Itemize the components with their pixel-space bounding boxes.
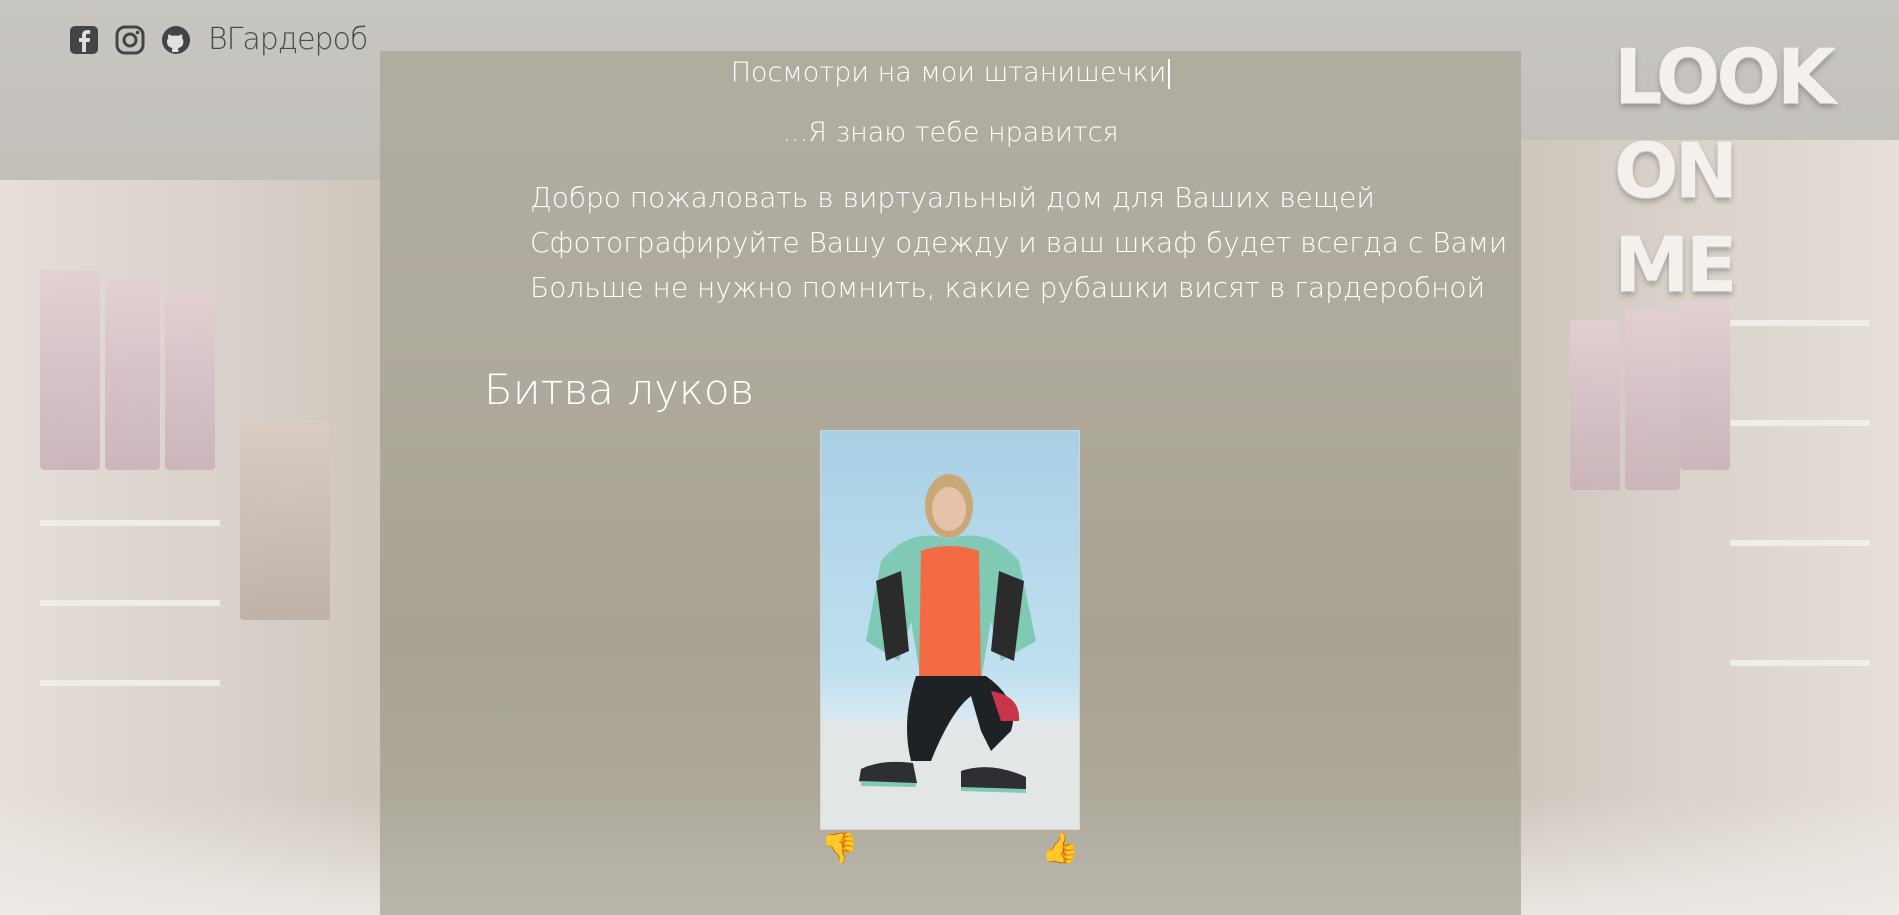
- look-photo[interactable]: [821, 431, 1079, 829]
- hanging-shirt: [1680, 300, 1730, 470]
- like-button[interactable]: 👍: [1042, 831, 1079, 867]
- shelf: [1730, 660, 1870, 666]
- intro-line: Сфотографируйте Вашу одежду и ваш шкаф б…: [530, 226, 1508, 259]
- look-photo-illustration: [821, 474, 1079, 829]
- hanging-shirt: [40, 270, 100, 470]
- hanging-coat: [240, 420, 330, 620]
- hanging-shirt: [1625, 310, 1680, 490]
- logo-line: ON: [1614, 126, 1738, 215]
- dislike-button[interactable]: 👎: [821, 831, 858, 867]
- logo-line: LOOK: [1614, 32, 1836, 121]
- shelf: [1730, 540, 1870, 546]
- hanging-shirt: [1570, 320, 1620, 490]
- shelf: [1730, 320, 1870, 326]
- tagline-main: Посмотри на мои штанишечки: [380, 57, 1521, 89]
- tagline-main-text: Посмотри на мои штанишечки: [730, 57, 1167, 88]
- look-on-me-logo: LOOK ON ME: [1614, 30, 1836, 312]
- vote-controls: 👎 👍: [821, 831, 1079, 867]
- text-cursor: [1168, 58, 1171, 89]
- facebook-icon[interactable]: [68, 24, 100, 56]
- brand-name[interactable]: ВГардероб: [208, 22, 368, 57]
- hanging-shirt: [165, 290, 215, 470]
- github-icon[interactable]: [160, 24, 192, 56]
- battle-title: Битва луков: [484, 365, 755, 414]
- logo-line: ME: [1614, 220, 1738, 309]
- shelf: [40, 520, 220, 526]
- shelf: [40, 600, 220, 606]
- shelf: [40, 680, 220, 686]
- tagline-sub: ...Я знаю тебе нравится: [782, 117, 1119, 148]
- shelf: [1730, 420, 1870, 426]
- intro-line: Больше не нужно помнить, какие рубашки в…: [530, 271, 1486, 304]
- instagram-icon[interactable]: [114, 24, 146, 56]
- intro-text: Добро пожаловать в виртуальный дом для В…: [530, 175, 1507, 310]
- main-overlay: Посмотри на мои штанишечки ...Я знаю теб…: [380, 51, 1521, 915]
- intro-line: Добро пожаловать в виртуальный дом для В…: [530, 181, 1375, 214]
- hanging-shirt: [105, 280, 160, 470]
- header-bar: ВГардероб: [68, 22, 368, 57]
